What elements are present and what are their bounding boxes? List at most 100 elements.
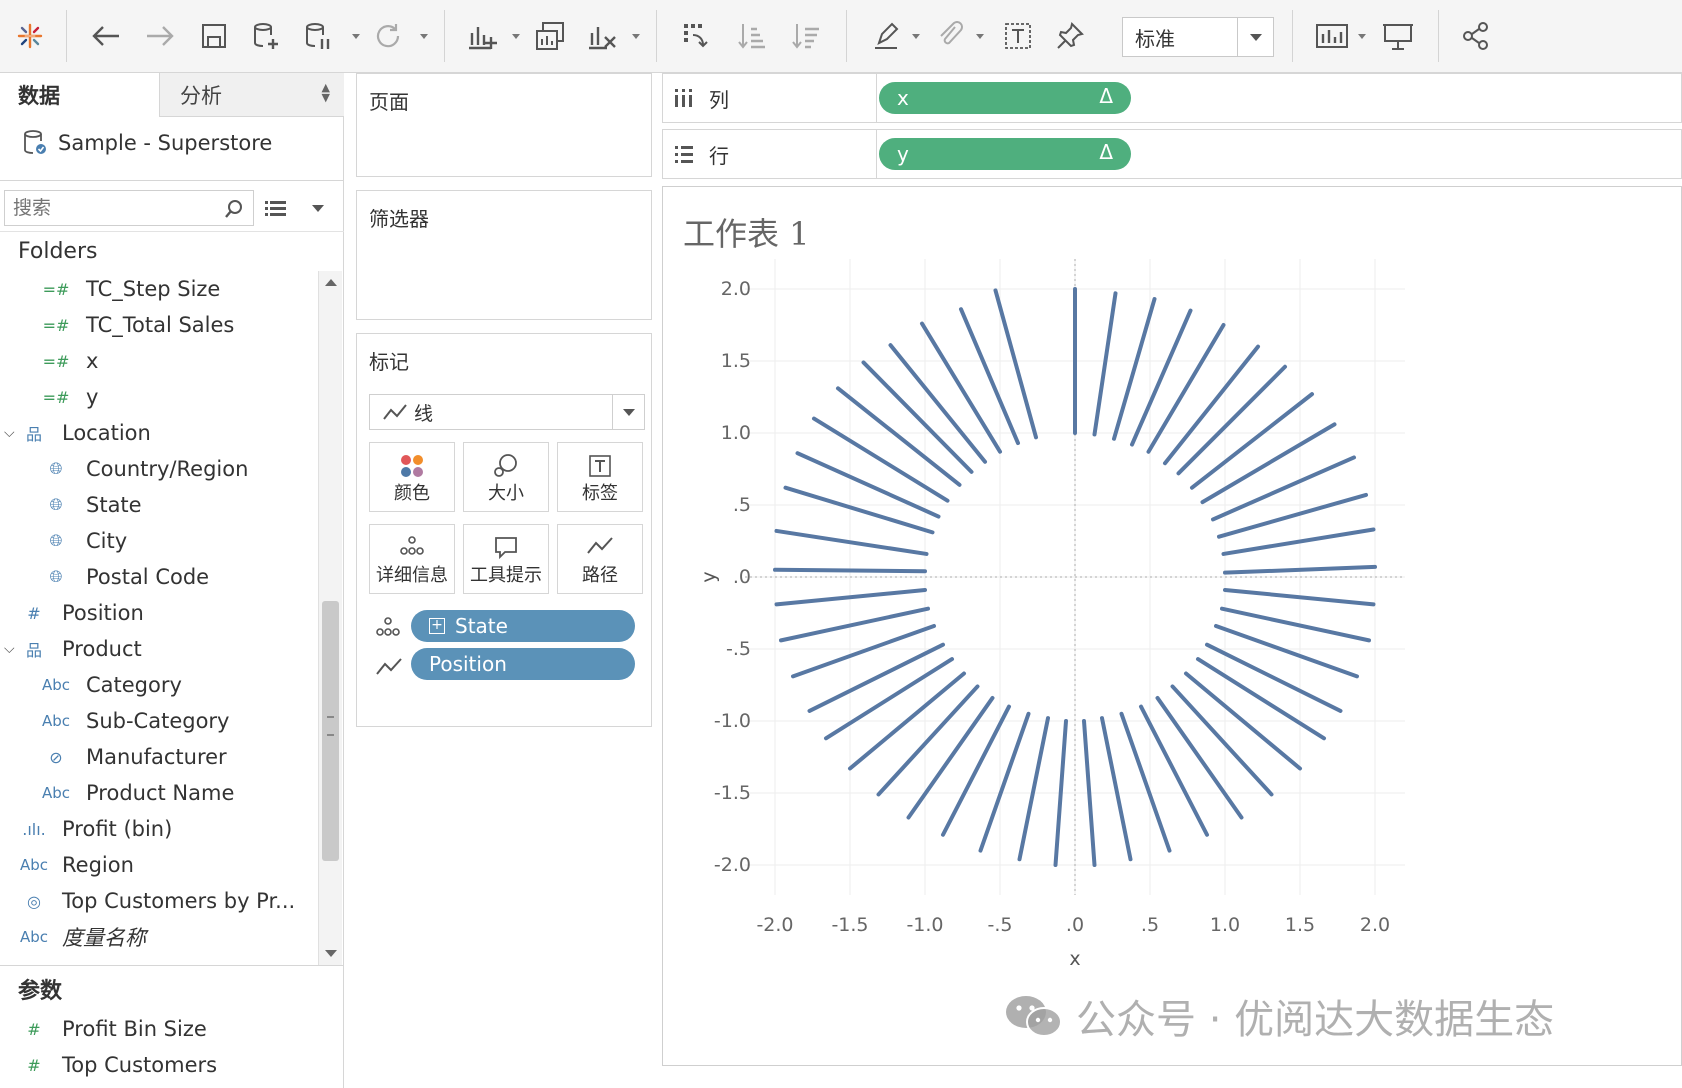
line-segment[interactable] bbox=[959, 307, 1020, 446]
detail-button[interactable]: 详细信息 bbox=[369, 524, 455, 594]
tab-data[interactable]: 数据 bbox=[0, 73, 160, 117]
y-row-pill[interactable]: y Δ bbox=[879, 138, 1131, 170]
line-segment[interactable] bbox=[1112, 297, 1157, 441]
clear-sheet-icon[interactable] bbox=[582, 16, 622, 56]
new-worksheet-icon[interactable] bbox=[462, 16, 502, 56]
line-segment[interactable] bbox=[1139, 704, 1209, 837]
list-view-icon[interactable] bbox=[264, 199, 288, 219]
line-segment[interactable] bbox=[1017, 716, 1050, 862]
scrollbar-thumb[interactable] bbox=[322, 601, 339, 861]
hierarchy-item-location[interactable]: ⌵ 品 Location bbox=[0, 415, 318, 451]
line-segment[interactable] bbox=[1100, 716, 1133, 862]
rows-shelf[interactable]: 行 y Δ bbox=[662, 129, 1682, 179]
tooltip-button[interactable]: 工具提示 bbox=[463, 524, 549, 594]
highlight-icon[interactable] bbox=[866, 16, 906, 56]
radial-line-chart[interactable]: 2.0 1.5 1.0 .5 .0 -.5 -1.0 -1.5 -2.0 -2.0 -1.5 -1.0… bbox=[663, 187, 1682, 1067]
presentation-mode-icon[interactable] bbox=[1378, 16, 1418, 56]
field-item[interactable]: ⊘ Manufacturer bbox=[0, 739, 318, 775]
search-input[interactable] bbox=[4, 190, 254, 226]
field-item[interactable]: Abc Category bbox=[0, 667, 318, 703]
field-item[interactable]: ◎ Top Customers by Pr... bbox=[0, 883, 318, 919]
new-datasource-icon[interactable] bbox=[246, 16, 286, 56]
x-tick-label: -.5 bbox=[988, 914, 1013, 936]
field-list-scrollbar[interactable] bbox=[318, 271, 342, 965]
line-segment[interactable] bbox=[774, 587, 927, 607]
scroll-up-icon[interactable] bbox=[325, 279, 337, 286]
line-segment[interactable] bbox=[993, 288, 1038, 440]
show-labels-icon[interactable] bbox=[998, 16, 1038, 56]
field-item[interactable]: 🌐︎ Country/Region bbox=[0, 451, 318, 487]
line-segment[interactable] bbox=[1217, 492, 1368, 539]
line-segment[interactable] bbox=[1223, 587, 1376, 607]
pause-updates-icon[interactable] bbox=[298, 16, 338, 56]
share-icon[interactable] bbox=[1456, 16, 1496, 56]
show-me-icon[interactable] bbox=[1312, 16, 1352, 56]
size-button[interactable]: 大小 bbox=[463, 442, 549, 512]
label-button[interactable]: 标签 bbox=[557, 442, 643, 512]
chevron-down-icon[interactable]: ⌵ bbox=[4, 641, 15, 657]
mark-type-select[interactable]: 线 bbox=[369, 394, 645, 430]
field-item[interactable]: Abc Sub-Category bbox=[0, 703, 318, 739]
datasource-icon bbox=[24, 130, 46, 154]
field-item[interactable]: Abc Product Name bbox=[0, 775, 318, 811]
chevron-down-icon[interactable] bbox=[1237, 18, 1273, 56]
field-item[interactable]: =# TC_Step Size bbox=[0, 271, 318, 307]
redo-icon[interactable] bbox=[140, 16, 180, 56]
undo-icon[interactable] bbox=[86, 16, 126, 56]
line-segment[interactable] bbox=[1092, 291, 1118, 437]
hierarchy-item-product[interactable]: ⌵ 品 Product bbox=[0, 631, 318, 667]
line-segment[interactable] bbox=[1221, 527, 1376, 556]
line-segment[interactable] bbox=[773, 567, 927, 574]
position-path-pill[interactable]: Position bbox=[411, 648, 635, 680]
sort-descending-icon[interactable] bbox=[786, 16, 826, 56]
param-item[interactable]: # Top Customers bbox=[0, 1047, 318, 1083]
sort-ascending-icon[interactable] bbox=[732, 16, 772, 56]
swap-rows-columns-icon[interactable] bbox=[676, 16, 716, 56]
tab-scroll-icon[interactable]: ▲ ▼ bbox=[322, 82, 330, 103]
field-item[interactable]: =# x bbox=[0, 343, 318, 379]
line-segment[interactable] bbox=[1130, 308, 1193, 447]
chevron-down-icon[interactable] bbox=[612, 395, 644, 429]
tab-analysis[interactable]: 分析 ▲ ▼ bbox=[160, 73, 344, 117]
line-segment[interactable] bbox=[941, 704, 1011, 837]
view-options-chevron-icon[interactable] bbox=[312, 205, 324, 212]
pages-shelf[interactable]: 页面 bbox=[356, 73, 652, 177]
expand-icon[interactable]: + bbox=[429, 618, 445, 634]
path-button[interactable]: 路径 bbox=[557, 524, 643, 594]
field-item[interactable]: 🌐︎ State bbox=[0, 487, 318, 523]
field-item[interactable]: =# TC_Total Sales bbox=[0, 307, 318, 343]
line-segment[interactable] bbox=[783, 485, 935, 535]
scroll-down-icon[interactable] bbox=[325, 950, 337, 957]
field-item[interactable]: .ılı. Profit (bin) bbox=[0, 811, 318, 847]
state-detail-pill[interactable]: + State bbox=[411, 610, 635, 642]
view-mode-select[interactable]: 标准 bbox=[1122, 17, 1274, 57]
line-segment[interactable] bbox=[1211, 455, 1356, 522]
param-item[interactable]: # Profit Bin Size bbox=[0, 1011, 318, 1047]
pin-axes-icon[interactable] bbox=[1050, 16, 1090, 56]
y-axis-title[interactable]: y bbox=[698, 571, 720, 582]
refresh-icon[interactable] bbox=[368, 16, 408, 56]
field-item[interactable]: Abc 度量名称 bbox=[0, 919, 318, 955]
filters-shelf[interactable]: 筛选器 bbox=[356, 190, 652, 320]
color-button[interactable]: 颜色 bbox=[369, 442, 455, 512]
columns-shelf[interactable]: 列 x Δ bbox=[662, 73, 1682, 123]
x-tick-label: 1.5 bbox=[1285, 914, 1315, 936]
line-segment[interactable] bbox=[774, 528, 929, 556]
save-icon[interactable] bbox=[194, 16, 234, 56]
line-segment[interactable] bbox=[978, 711, 1031, 853]
field-item[interactable]: 🌐︎ City bbox=[0, 523, 318, 559]
field-item[interactable]: 🌐︎ Postal Code bbox=[0, 559, 318, 595]
field-item[interactable]: # Position bbox=[0, 595, 318, 631]
field-item[interactable]: Abc Region bbox=[0, 847, 318, 883]
line-segment[interactable] bbox=[795, 451, 941, 519]
x-column-pill[interactable]: x Δ bbox=[879, 82, 1131, 114]
chevron-down-icon[interactable]: ⌵ bbox=[4, 425, 15, 441]
x-axis-title[interactable]: x bbox=[1069, 948, 1080, 970]
duplicate-sheet-icon[interactable] bbox=[530, 16, 570, 56]
line-segment[interactable] bbox=[1119, 711, 1172, 853]
field-item[interactable]: =# y bbox=[0, 379, 318, 415]
search-icon[interactable] bbox=[224, 199, 244, 219]
datasource-item[interactable]: Sample - Superstore bbox=[22, 125, 272, 161]
group-icon[interactable] bbox=[930, 16, 970, 56]
color-icon bbox=[401, 455, 423, 477]
